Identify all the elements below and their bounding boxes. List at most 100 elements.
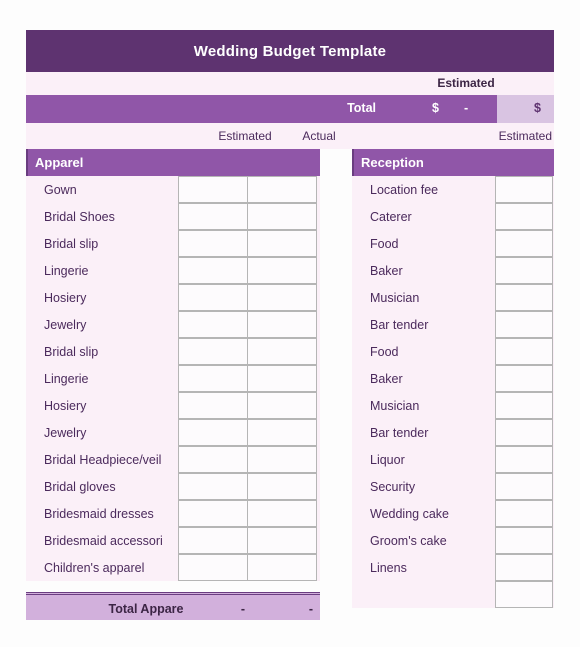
cell-actual[interactable] [247,202,317,230]
apparel-total-label: Total Appare [108,602,184,616]
table-row: Jewelry [26,310,320,338]
cell-estimated[interactable] [178,445,248,473]
cell-estimated[interactable] [178,364,248,392]
cell-estimated[interactable] [495,445,553,473]
table-row: Security [352,472,554,500]
column-header-estimated-left: Estimated [218,129,272,143]
cell-estimated[interactable] [178,256,248,284]
row-label: Liquor [370,452,405,467]
cell-estimated[interactable] [495,499,553,527]
cell-actual[interactable] [247,337,317,365]
cell-estimated[interactable] [178,310,248,338]
cell-estimated[interactable] [495,310,553,338]
table-row: Gown [26,175,320,203]
cell-estimated[interactable] [495,418,553,446]
cell-actual[interactable] [247,256,317,284]
table-row: Musician [352,283,554,311]
row-label: Children's apparel [44,560,145,575]
apparel-total-estimated: - [240,602,246,616]
table-row: Baker [352,256,554,284]
row-label: Bridesmaid dresses [44,506,154,521]
table-row: Bridal gloves [26,472,320,500]
table-row: Caterer [352,202,554,230]
row-label: Musician [370,398,420,413]
cell-estimated[interactable] [495,580,553,608]
grand-total-currency-symbol: $ [432,101,439,115]
table-row: Hosiery [26,283,320,311]
cell-actual[interactable] [247,418,317,446]
cell-estimated[interactable] [495,256,553,284]
cell-estimated[interactable] [178,418,248,446]
row-label: Lingerie [44,263,89,278]
table-row: Bridal slip [26,337,320,365]
cell-actual[interactable] [247,310,317,338]
row-label: Bridal slip [44,344,99,359]
table-row: Lingerie [26,256,320,284]
cell-estimated[interactable] [495,526,553,554]
cell-estimated[interactable] [178,283,248,311]
cell-estimated[interactable] [178,337,248,365]
section-header-reception: Reception [352,149,554,176]
table-row: Hosiery [26,391,320,419]
row-label: Security [370,479,416,494]
cell-estimated[interactable] [495,337,553,365]
table-row: Baker [352,364,554,392]
cell-estimated[interactable] [178,499,248,527]
cell-actual[interactable] [247,445,317,473]
row-label: Baker [370,263,403,278]
table-row: Food [352,337,554,365]
cell-estimated[interactable] [495,202,553,230]
row-label: Groom's cake [370,533,447,548]
row-label: Bridal Headpiece/veil [44,452,162,467]
cell-actual[interactable] [247,526,317,554]
cell-estimated[interactable] [178,526,248,554]
wedding-budget-sheet: Wedding Budget Template Estimated Total … [0,0,580,647]
cell-actual[interactable] [247,391,317,419]
cell-estimated[interactable] [495,391,553,419]
row-label: Linens [370,560,407,575]
cell-estimated[interactable] [178,202,248,230]
cell-estimated[interactable] [495,364,553,392]
table-row: Bar tender [352,418,554,446]
cell-estimated[interactable] [495,229,553,257]
cell-estimated[interactable] [178,391,248,419]
table-row: Bridal slip [26,229,320,257]
section-title-apparel: Apparel [35,155,84,170]
row-label: Hosiery [44,290,87,305]
table-row [352,580,554,608]
cell-actual[interactable] [247,283,317,311]
cell-estimated[interactable] [178,175,248,203]
cell-estimated[interactable] [495,472,553,500]
cell-actual[interactable] [247,229,317,257]
cell-actual[interactable] [247,553,317,581]
cell-actual[interactable] [247,499,317,527]
row-label: Hosiery [44,398,87,413]
table-row: Bridal Headpiece/veil [26,445,320,473]
grand-total-alt-cell[interactable]: $ [497,95,554,123]
table-row: Lingerie [26,364,320,392]
cell-estimated[interactable] [178,472,248,500]
page-title: Wedding Budget Template [193,42,387,60]
estimated-band-label: Estimated [437,76,495,90]
cell-estimated[interactable] [178,553,248,581]
row-label: Baker [370,371,403,386]
apparel-total-actual: - [308,602,314,616]
row-label: Location fee [370,182,439,197]
cell-actual[interactable] [247,175,317,203]
row-label: Bridal slip [44,236,99,251]
cell-actual[interactable] [247,364,317,392]
section-title-reception: Reception [361,155,424,170]
row-label: Bridal gloves [44,479,116,494]
cell-estimated[interactable] [178,229,248,257]
section-table-reception: Reception Location fee Caterer Food Baker Mu… [352,149,554,608]
cell-estimated[interactable] [495,175,553,203]
cell-estimated[interactable] [495,553,553,581]
cell-estimated[interactable] [495,283,553,311]
grand-total-value: - [464,101,469,115]
cell-actual[interactable] [247,472,317,500]
grand-total-alt-currency-symbol: $ [534,101,541,115]
row-label: Wedding cake [370,506,449,521]
column-header-row: Estimated Actual Estimated [26,123,554,149]
row-label: Lingerie [44,371,89,386]
table-row: Location fee [352,175,554,203]
